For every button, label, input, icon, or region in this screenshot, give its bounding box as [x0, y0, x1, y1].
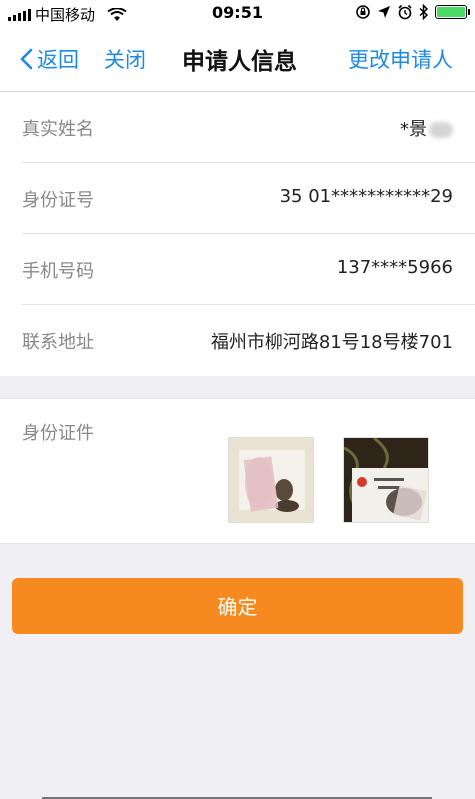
- phone-value: 137****5966: [336, 257, 453, 278]
- close-button[interactable]: 关闭: [104, 44, 146, 74]
- id-card-back-thumbnail[interactable]: [343, 437, 429, 523]
- address-label: 联系地址: [22, 332, 94, 353]
- chevron-left-icon: [20, 48, 33, 70]
- redaction-blur: [429, 122, 453, 138]
- name-label: 真实姓名: [22, 119, 94, 140]
- confirm-button[interactable]: 确定: [12, 578, 463, 634]
- id-number-label: 身份证号: [22, 190, 94, 211]
- name-value-text: *景: [400, 119, 427, 140]
- name-value: *景: [400, 115, 453, 141]
- bluetooth-icon: [419, 4, 429, 20]
- info-row-name: 真实姓名 *景: [22, 92, 475, 163]
- status-right: [355, 4, 470, 20]
- battery-icon: [435, 5, 470, 19]
- info-row-phone: 手机号码 137****5966: [22, 234, 475, 305]
- change-applicant-button[interactable]: 更改申请人: [348, 44, 453, 74]
- id-card-back-image: [344, 438, 428, 522]
- applicant-info-list: 真实姓名 *景 身份证号 35 01***********29 手机号码 137…: [0, 92, 475, 376]
- status-bar: 中国移动 09:51: [0, 0, 475, 26]
- id-card-front-image: [229, 438, 313, 522]
- info-row-address: 联系地址 福州市柳河路81号18号楼701: [22, 305, 475, 376]
- info-row-id-number: 身份证号 35 01***********29: [22, 163, 475, 234]
- orientation-lock-icon: [356, 5, 370, 19]
- address-value: 福州市柳河路81号18号楼701: [210, 332, 453, 353]
- phone-label: 手机号码: [22, 261, 94, 282]
- id-document-label: 身份证件: [22, 423, 94, 444]
- navigation-bar: 返回 关闭 申请人信息 更改申请人: [0, 26, 475, 92]
- page-title: 申请人信息: [182, 49, 297, 75]
- back-button[interactable]: 返回: [20, 44, 79, 74]
- id-number-value: 35 01***********29: [279, 186, 453, 207]
- back-label: 返回: [37, 48, 79, 72]
- alarm-icon: [398, 4, 412, 20]
- id-card-front-thumbnail[interactable]: [228, 437, 314, 523]
- id-document-section: 身份证件: [0, 398, 475, 544]
- location-icon: [378, 6, 390, 18]
